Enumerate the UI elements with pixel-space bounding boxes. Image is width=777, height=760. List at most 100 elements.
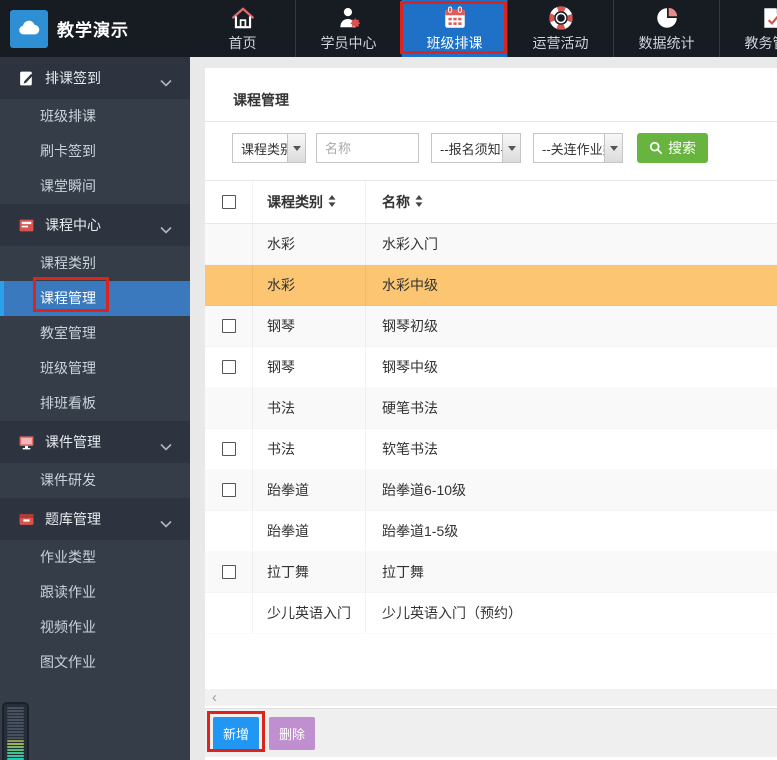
row-checkbox[interactable] <box>221 319 236 333</box>
row-checkbox-cell <box>205 265 253 305</box>
sidebar-item-classroom-moments[interactable]: 课堂瞬间 <box>0 169 190 204</box>
row-checkbox[interactable] <box>221 565 236 579</box>
row-checkbox-cell <box>205 552 253 592</box>
meter-tick <box>7 746 24 748</box>
app-title: 教学演示 <box>57 21 129 40</box>
cell-category: 跆拳道 <box>253 470 366 510</box>
sidebar-item-class-management[interactable]: 班级管理 <box>0 351 190 386</box>
meter-tick <box>7 713 24 715</box>
cell-category: 拉丁舞 <box>253 552 366 592</box>
sidebar-item-classroom-management[interactable]: 教室管理 <box>0 316 190 351</box>
nav-item-statistics[interactable]: 数据统计 <box>614 0 720 57</box>
meter-tick <box>7 710 24 712</box>
sidebar-item-course-category[interactable]: 课程类别 <box>0 246 190 281</box>
table-row[interactable]: 水彩 水彩入门 <box>205 224 777 265</box>
row-checkbox[interactable] <box>221 442 236 456</box>
sidebar-item-card-signin[interactable]: 刷卡签到 <box>0 134 190 169</box>
meter-tick <box>7 749 24 751</box>
sidebar-group-question-bank[interactable]: 题库管理 <box>0 498 190 540</box>
sidebar-group-label: 题库管理 <box>45 511 101 527</box>
row-checkbox[interactable] <box>221 360 236 374</box>
sort-icon <box>415 194 423 210</box>
student-center-icon <box>336 5 362 31</box>
nav-item-class-scheduling[interactable]: 班级排课 <box>402 0 508 57</box>
title-divider <box>205 121 777 122</box>
cell-category: 跆拳道 <box>253 511 366 551</box>
meter-tick <box>7 716 24 718</box>
add-button[interactable]: 新增 <box>213 716 259 750</box>
sidebar-item-course-management[interactable]: 课程管理 <box>0 281 190 316</box>
app-window: 教学演示 首页学员中心班级排课运营活动数据统计教务管理 排课签到班级排课刷卡签到… <box>0 0 777 760</box>
pie-chart-icon <box>654 5 680 31</box>
horizontal-scrollbar[interactable]: ‹ <box>205 689 777 706</box>
meter-tick <box>7 719 24 721</box>
sidebar-group-courseware-management[interactable]: 课件管理 <box>0 421 190 463</box>
cell-category: 钢琴 <box>253 306 366 346</box>
row-checkbox[interactable] <box>221 483 236 497</box>
scroll-left-arrow[interactable]: ‹ <box>205 690 217 705</box>
row-checkbox-cell <box>205 429 253 469</box>
cell-name: 钢琴初级 <box>382 318 438 334</box>
cell-category: 书法 <box>253 429 366 469</box>
nav-item-edu-admin[interactable]: 教务管理 <box>720 0 777 57</box>
sidebar-group-course-center[interactable]: 课程中心 <box>0 204 190 246</box>
column-header-category[interactable]: 课程类别 <box>253 181 366 223</box>
logo: 教学演示 <box>10 0 129 57</box>
chevron-down-icon <box>287 134 305 162</box>
cell-category: 水彩 <box>253 265 366 305</box>
name-search-input[interactable] <box>316 133 419 163</box>
table-row[interactable]: 拉丁舞 拉丁舞 <box>205 552 777 593</box>
sidebar-item-courseware-dev[interactable]: 课件研发 <box>0 463 190 498</box>
nav-item-student-center[interactable]: 学员中心 <box>296 0 402 57</box>
sidebar-group-label: 课程中心 <box>45 217 101 233</box>
sidebar-item-video-homework[interactable]: 视频作业 <box>0 610 190 645</box>
courseware-icon <box>18 434 35 451</box>
table-row[interactable]: 跆拳道 跆拳道6-10级 <box>205 470 777 511</box>
level-meter <box>2 702 29 760</box>
cell-name: 水彩入门 <box>382 236 438 252</box>
row-checkbox-cell <box>205 470 253 510</box>
meter-tick <box>7 728 24 730</box>
table-row[interactable]: 书法 软笔书法 <box>205 429 777 470</box>
table-row[interactable]: 钢琴 钢琴初级 <box>205 306 777 347</box>
table-row[interactable]: 书法 硬笔书法 <box>205 388 777 429</box>
signup-notice-select[interactable]: --报名须知-- <box>431 133 521 163</box>
select-all-checkbox[interactable] <box>221 195 236 209</box>
nav-item-operations[interactable]: 运营活动 <box>508 0 614 57</box>
nav-label: 班级排课 <box>426 34 483 51</box>
cell-name: 钢琴中级 <box>382 359 438 375</box>
nav-label: 首页 <box>228 34 257 51</box>
top-bar: 教学演示 首页 学员中心 班级排课 运营活动 数据统计 教务管理 <box>0 0 777 57</box>
table-row[interactable]: 水彩 水彩中级 <box>205 265 777 306</box>
meter-tick <box>7 734 24 736</box>
meter-tick <box>7 737 24 739</box>
course-category-select[interactable]: 课程类别 <box>232 133 306 163</box>
cell-name: 拉丁舞 <box>382 564 424 580</box>
row-checkbox-cell <box>205 388 253 428</box>
meter-tick <box>7 740 24 742</box>
nav-item-home[interactable]: 首页 <box>190 0 296 57</box>
linked-homework-select[interactable]: --关连作业类 <box>533 133 623 163</box>
calendar-icon <box>442 5 468 31</box>
table-row[interactable]: 跆拳道 跆拳道1-5级 <box>205 511 777 552</box>
search-button[interactable]: 搜索 <box>637 133 708 163</box>
filter-bar: 课程类别 --报名须知-- --关连作业类 搜索 <box>232 133 708 163</box>
cell-category: 书法 <box>253 388 366 428</box>
sidebar-item-homework-type[interactable]: 作业类型 <box>0 540 190 575</box>
table-row[interactable]: 少儿英语入门 少儿英语入门（预约） <box>205 593 777 634</box>
table-row[interactable]: 钢琴 钢琴中级 <box>205 347 777 388</box>
sidebar-group-schedule-signin[interactable]: 排课签到 <box>0 57 190 99</box>
meter-tick <box>7 752 24 754</box>
sidebar-item-reading-homework[interactable]: 跟读作业 <box>0 575 190 610</box>
sidebar: 排课签到班级排课 刷卡签到 课堂瞬间课程中心课程类别 课程管理 教室管理 班级管理 排班看板… <box>0 57 190 760</box>
delete-button[interactable]: 删除 <box>269 716 315 750</box>
sidebar-group-label: 课件管理 <box>45 434 101 450</box>
sidebar-group-label: 排课签到 <box>45 70 101 86</box>
sidebar-item-class-scheduling[interactable]: 班级排课 <box>0 99 190 134</box>
column-header-name[interactable]: 名称 <box>366 181 777 223</box>
chevron-down-icon <box>160 74 172 87</box>
nav-label: 教务管理 <box>744 34 777 51</box>
cell-category: 少儿英语入门 <box>253 593 366 633</box>
sidebar-item-schedule-board[interactable]: 排班看板 <box>0 386 190 421</box>
sidebar-item-image-text-homework[interactable]: 图文作业 <box>0 645 190 680</box>
